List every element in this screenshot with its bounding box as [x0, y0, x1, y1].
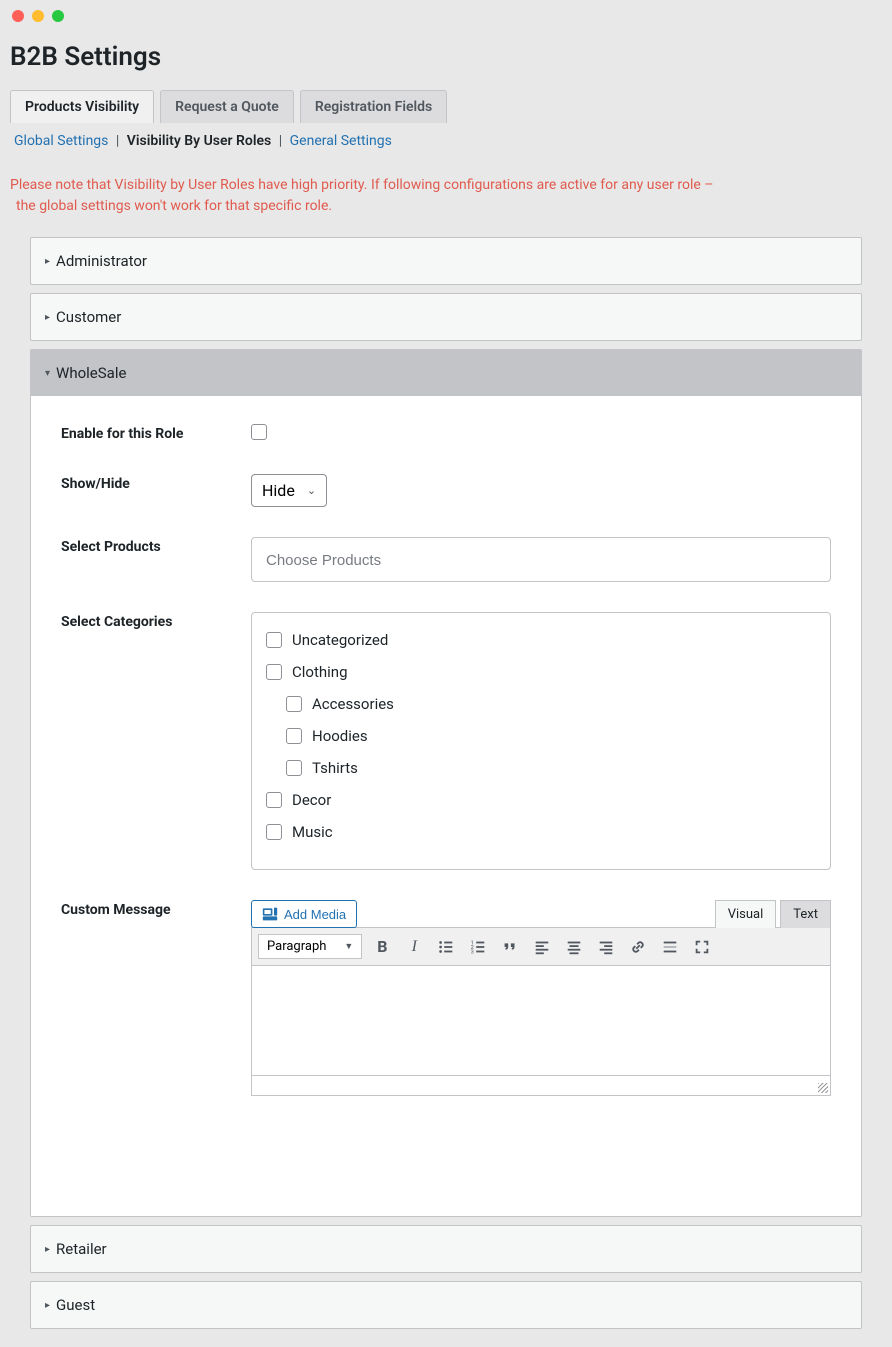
svg-text:3: 3: [471, 949, 474, 955]
add-media-button[interactable]: Add Media: [251, 900, 357, 928]
align-center-button[interactable]: [562, 935, 586, 959]
role-accordion-administrator[interactable]: ▸ Administrator: [30, 237, 862, 285]
align-right-button[interactable]: [594, 935, 618, 959]
chevron-right-icon: ▸: [45, 1244, 50, 1255]
role-accordion-wholesale: ▾ WholeSale Enable for this Role Show/Hi…: [30, 349, 862, 1217]
subnav-global-settings[interactable]: Global Settings: [14, 133, 108, 149]
role-label: Administrator: [56, 252, 147, 270]
tab-products-visibility[interactable]: Products Visibility: [10, 90, 154, 123]
align-right-icon: [597, 938, 615, 956]
notice-line1: Please note that Visibility by User Role…: [10, 177, 713, 193]
chevron-down-icon: ▼: [344, 941, 353, 952]
editor-content[interactable]: [251, 966, 831, 1076]
category-label: Clothing: [292, 663, 348, 681]
select-categories-label: Select Categories: [61, 612, 251, 870]
select-products-label: Select Products: [61, 537, 251, 582]
role-label: Guest: [56, 1296, 95, 1314]
fullscreen-button[interactable]: [690, 935, 714, 959]
role-accordion-retailer[interactable]: ▸ Retailer: [30, 1225, 862, 1273]
media-icon: [262, 906, 278, 922]
editor-tab-text[interactable]: Text: [780, 900, 831, 928]
bold-icon: B: [377, 937, 387, 956]
bold-button[interactable]: B: [370, 935, 394, 959]
italic-icon: I: [412, 938, 417, 956]
italic-button[interactable]: I: [402, 935, 426, 959]
notice-line2: the global settings won't work for that …: [10, 196, 882, 217]
subnav-visibility-roles[interactable]: Visibility By User Roles: [127, 133, 271, 149]
enable-role-label: Enable for this Role: [61, 424, 251, 444]
page-title: B2B Settings: [10, 42, 882, 72]
priority-notice: Please note that Visibility by User Role…: [10, 155, 882, 227]
chevron-right-icon: ▸: [45, 312, 50, 323]
readmore-button[interactable]: [658, 935, 682, 959]
role-label: Retailer: [56, 1240, 107, 1258]
custom-message-label: Custom Message: [61, 900, 251, 1096]
category-label: Hoodies: [312, 727, 368, 745]
align-left-icon: [533, 938, 551, 956]
category-label: Uncategorized: [292, 631, 388, 649]
role-label: WholeSale: [56, 364, 126, 382]
chevron-right-icon: ▸: [45, 256, 50, 267]
role-accordion-guest[interactable]: ▸ Guest: [30, 1281, 862, 1329]
format-select[interactable]: Paragraph ▼: [258, 934, 362, 959]
subnav-general-settings[interactable]: General Settings: [290, 133, 392, 149]
category-label: Music: [292, 823, 333, 841]
resize-handle[interactable]: [818, 1083, 828, 1093]
window-minimize-button[interactable]: [32, 10, 44, 22]
category-checkbox-uncategorized[interactable]: [266, 632, 282, 648]
category-checkbox-decor[interactable]: [266, 792, 282, 808]
category-checkbox-tshirts[interactable]: [286, 760, 302, 776]
numbered-list-icon: 123: [469, 938, 487, 956]
blockquote-button[interactable]: [498, 935, 522, 959]
category-label: Decor: [292, 791, 331, 809]
role-header-wholesale[interactable]: ▾ WholeSale: [31, 350, 861, 396]
align-center-icon: [565, 938, 583, 956]
window-maximize-button[interactable]: [52, 10, 64, 22]
category-label: Accessories: [312, 695, 394, 713]
tab-registration-fields[interactable]: Registration Fields: [300, 90, 447, 123]
role-label: Customer: [56, 308, 121, 326]
window-close-button[interactable]: [12, 10, 24, 22]
align-left-button[interactable]: [530, 935, 554, 959]
readmore-icon: [661, 938, 679, 956]
showhide-label: Show/Hide: [61, 474, 251, 507]
category-label: Tshirts: [312, 759, 358, 777]
chevron-down-icon: ▾: [45, 368, 50, 379]
editor-statusbar: [251, 1076, 831, 1096]
chevron-right-icon: ▸: [45, 1300, 50, 1311]
numbered-list-button[interactable]: 123: [466, 935, 490, 959]
category-checkbox-accessories[interactable]: [286, 696, 302, 712]
role-accordion-customer[interactable]: ▸ Customer: [30, 293, 862, 341]
separator: |: [112, 133, 123, 149]
quote-icon: [501, 938, 519, 956]
bullet-list-icon: [437, 938, 455, 956]
products-input[interactable]: [266, 552, 386, 569]
format-value: Paragraph: [267, 939, 326, 954]
titlebar: [0, 0, 892, 32]
link-icon: [629, 938, 647, 956]
enable-role-checkbox[interactable]: [251, 424, 267, 440]
showhide-select[interactable]: Hide ⌄: [251, 474, 327, 507]
separator: |: [275, 133, 286, 149]
categories-box: Uncategorized Clothing Accessories: [251, 612, 831, 870]
main-tabs: Products Visibility Request a Quote Regi…: [10, 90, 882, 123]
category-checkbox-music[interactable]: [266, 824, 282, 840]
fullscreen-icon: [693, 938, 711, 956]
bullet-list-button[interactable]: [434, 935, 458, 959]
category-checkbox-hoodies[interactable]: [286, 728, 302, 744]
chevron-down-icon: ⌄: [307, 484, 316, 497]
editor-tab-visual[interactable]: Visual: [715, 900, 777, 928]
tab-request-quote[interactable]: Request a Quote: [160, 90, 294, 123]
add-media-label: Add Media: [284, 907, 346, 922]
products-input-wrap[interactable]: [251, 537, 831, 582]
showhide-value: Hide: [262, 481, 295, 500]
sub-navigation: Global Settings | Visibility By User Rol…: [10, 123, 882, 155]
category-checkbox-clothing[interactable]: [266, 664, 282, 680]
editor-toolbar: Paragraph ▼ B I 123: [251, 927, 831, 966]
link-button[interactable]: [626, 935, 650, 959]
